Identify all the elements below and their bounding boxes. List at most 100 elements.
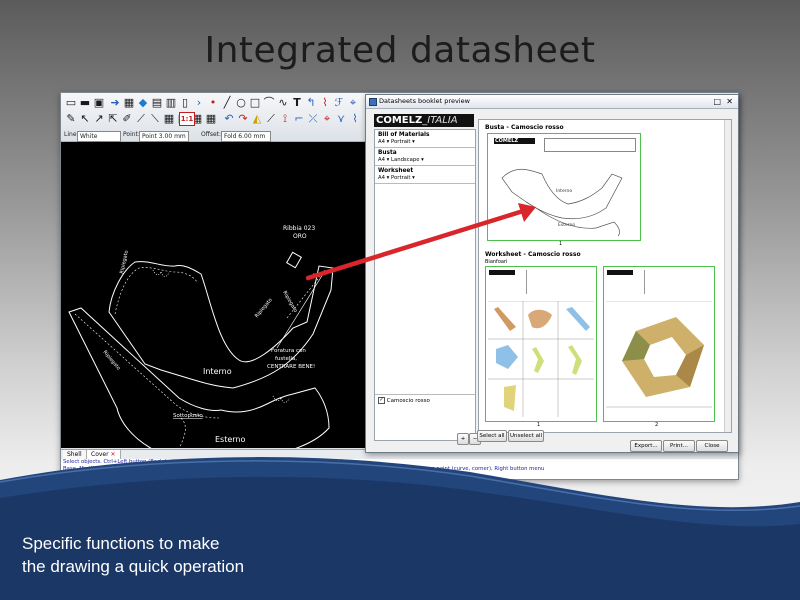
- section-busta[interactable]: Busta A4 ▾ Landscape ▾: [375, 148, 475, 166]
- arrow-icon[interactable]: ➜: [109, 97, 121, 109]
- open-folder-icon[interactable]: ▬: [79, 97, 91, 109]
- ws2-piece: [606, 301, 712, 408]
- preview-scrollbar[interactable]: [724, 120, 731, 432]
- datasheet-sections-panel: Bill of Materials A4 ▾ Portrait ▾ Busta …: [374, 129, 476, 441]
- grid-select-icon[interactable]: ▦: [163, 113, 175, 125]
- worksheet-subtitle: Bianfoari: [485, 259, 508, 265]
- dialog-titlebar: Datasheets booklet preview ✕ □: [366, 95, 738, 109]
- layers-icon[interactable]: ▥: [165, 97, 177, 109]
- text-tool-icon[interactable]: T: [291, 97, 303, 109]
- eraser-icon[interactable]: ◭: [251, 113, 263, 125]
- busta-title: Busta - Camoscio rosso: [485, 124, 564, 131]
- ws1-pieces: [488, 301, 594, 417]
- redo-icon[interactable]: ↷: [237, 113, 249, 125]
- zigzag-tool-icon[interactable]: ⌇: [319, 97, 331, 109]
- table-icon[interactable]: ▤: [151, 97, 163, 109]
- page-logo-text: COMELZ: [495, 138, 519, 144]
- section-title: Worksheet: [378, 168, 414, 174]
- pointer-icon[interactable]: ↗: [93, 113, 105, 125]
- cursor-icon[interactable]: ↖: [79, 113, 91, 125]
- logo-sub: ITALIA: [427, 115, 458, 126]
- datasheets-preview-dialog: Datasheets booklet preview ✕ □ COMELZ_IT…: [365, 94, 739, 453]
- offset-style-select[interactable]: Fold 6.00 mm: [221, 131, 271, 142]
- select-icon[interactable]: ⇱: [107, 113, 119, 125]
- material-checkbox-label: Camoscio rosso: [386, 398, 430, 404]
- new-file-icon[interactable]: ▭: [65, 97, 77, 109]
- document-icon[interactable]: ▯: [179, 97, 191, 109]
- comelz-logo: COMELZ_ITALIA: [374, 114, 474, 127]
- grid-array-icon[interactable]: ▦: [205, 113, 217, 125]
- logo-main: COMELZ: [376, 115, 423, 126]
- point-icon[interactable]: •: [207, 97, 219, 109]
- section-format-select[interactable]: A4 ▾ Landscape ▾: [375, 156, 475, 166]
- section-worksheet[interactable]: Worksheet A4 ▾ Portrait ▾: [375, 166, 475, 184]
- label-ripiegato-1: Ripiegato: [119, 250, 130, 274]
- label-foratura-2: fustella,: [275, 356, 297, 362]
- notch-icon[interactable]: ⋎: [335, 113, 347, 125]
- busta-preview-page[interactable]: COMELZ Interno Esterno: [487, 133, 641, 241]
- worksheet-page-1[interactable]: [485, 266, 597, 422]
- maximize-icon[interactable]: □: [713, 95, 721, 108]
- esterno-piece-outline: [68, 307, 330, 461]
- label-sottoposto: Sottoposto: [173, 413, 203, 419]
- ws-page-number-2: 2: [655, 422, 659, 428]
- line-style-select[interactable]: White: [77, 131, 121, 142]
- fillet-icon[interactable]: ⌐: [293, 113, 305, 125]
- slide-title: Integrated datasheet: [204, 30, 596, 71]
- dimension-tool-icon[interactable]: ⌖: [347, 97, 359, 109]
- worksheet-title: Worksheet - Camoscio rosso: [485, 251, 581, 258]
- section-bill-of-materials[interactable]: Bill of Materials A4 ▾ Portrait ▾: [375, 130, 475, 148]
- ws-page-number-1: 1: [537, 422, 541, 428]
- grid-icon[interactable]: ▦: [123, 97, 135, 109]
- app-icon: [369, 98, 377, 106]
- busta-mini-drawing: Interno Esterno: [501, 168, 623, 236]
- marker-icon[interactable]: ⌖: [321, 113, 333, 125]
- extend-icon[interactable]: ⟍: [149, 113, 161, 125]
- trim-icon[interactable]: ⟋: [135, 113, 147, 125]
- label-ripiegato-2: Ripiegato: [254, 297, 274, 319]
- chevron-right-icon[interactable]: ›: [193, 97, 205, 109]
- caption-line-2: the drawing a quick operation: [22, 557, 245, 576]
- ws2-logo: [607, 270, 633, 275]
- preview-area[interactable]: Busta - Camoscio rosso COMELZ Interno Es…: [478, 119, 732, 433]
- curve-tool-icon[interactable]: ∿: [277, 97, 289, 109]
- ws1-logo: [489, 270, 515, 275]
- label-interno: Interno: [203, 367, 232, 376]
- dialog-title: Datasheets booklet preview: [379, 97, 470, 105]
- label-ripiegato-4: Ripiegato: [101, 349, 121, 371]
- label-foratura-1: Foratura con: [271, 348, 306, 354]
- section-format-select[interactable]: A4 ▾ Portrait ▾: [375, 138, 475, 148]
- line-tool-icon[interactable]: ╱: [221, 97, 233, 109]
- stitch-icon[interactable]: ⌇: [349, 113, 361, 125]
- mirror-icon[interactable]: ⟋: [265, 113, 277, 125]
- offset-label: Offset:: [201, 131, 222, 138]
- material-checkbox-row[interactable]: ✓ Camoscio rosso: [375, 394, 475, 406]
- label-ribbia: Ribbia 023: [283, 225, 315, 232]
- point-label: Point:: [123, 131, 140, 138]
- material-checkbox[interactable]: ✓: [378, 397, 385, 404]
- pencil-icon[interactable]: ✐: [121, 113, 133, 125]
- pen-icon[interactable]: ✎: [65, 113, 77, 125]
- script-tool-icon[interactable]: ℱ: [333, 97, 345, 109]
- point-style-select[interactable]: Point 3.00 mm: [139, 131, 189, 142]
- save-icon[interactable]: ▣: [93, 97, 105, 109]
- pattern-drawing: Ribbia 023 ORO Ripiegato Ripiegato Ripie…: [68, 225, 334, 461]
- arc-tool-icon[interactable]: ⌒: [263, 97, 275, 109]
- undo-icon[interactable]: ↶: [223, 113, 235, 125]
- hook-tool-icon[interactable]: ↰: [305, 97, 317, 109]
- section-title: Busta: [378, 150, 397, 156]
- drawing-canvas[interactable]: Ribbia 023 ORO Ripiegato Ripiegato Ripie…: [61, 142, 367, 461]
- diamond-icon[interactable]: ◆: [137, 97, 149, 109]
- break-icon[interactable]: ⤫: [307, 113, 319, 125]
- label-ripiegato-3: Ripiegato: [281, 290, 298, 314]
- rectangle-tool-icon[interactable]: □: [249, 97, 261, 109]
- circle-tool-icon[interactable]: ○: [235, 97, 247, 109]
- offset-icon[interactable]: ⟟: [279, 113, 291, 125]
- label-foratura-3: CENTRARE BENE!: [267, 364, 315, 370]
- ws2-header-grid: [644, 270, 711, 294]
- section-format-select[interactable]: A4 ▾ Portrait ▾: [375, 174, 475, 184]
- worksheet-page-2[interactable]: [603, 266, 715, 422]
- section-title: Bill of Materials: [378, 132, 430, 138]
- scale-button[interactable]: 1:1: [179, 112, 195, 126]
- close-icon[interactable]: ✕: [726, 95, 733, 108]
